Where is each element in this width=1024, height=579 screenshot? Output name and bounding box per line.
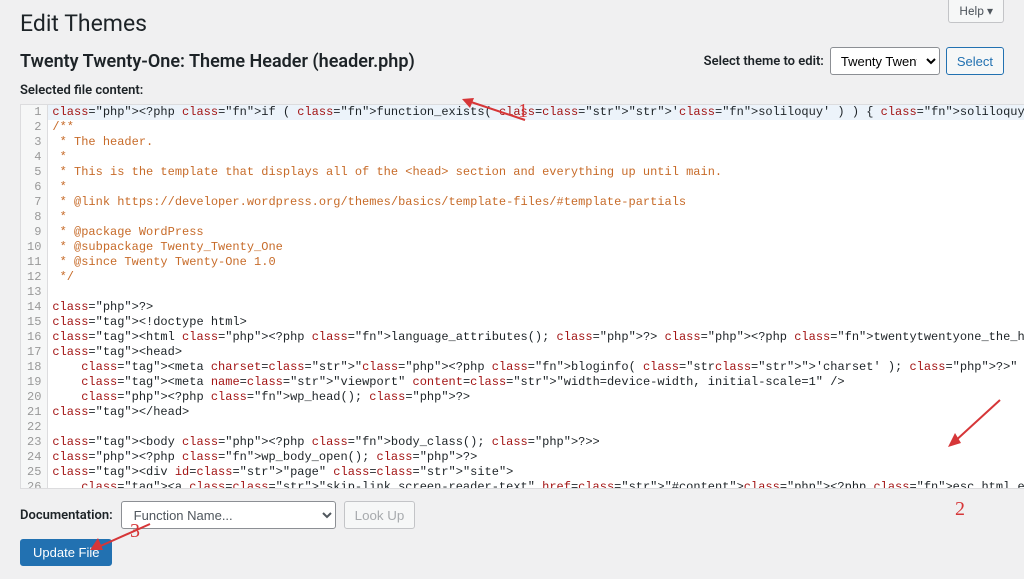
file-heading: Twenty Twenty-One: Theme Header (header.… [20,51,415,72]
update-file-button[interactable]: Update File [20,539,112,566]
lookup-button[interactable]: Look Up [344,501,416,529]
code-content[interactable]: class="php"><?php class="fn">if ( class=… [48,105,1024,488]
selected-file-label: Selected file content: [20,83,1024,98]
page-title: Edit Themes [20,10,1004,37]
line-gutter: 1234567891011121314151617181920212223242… [21,105,48,488]
help-dropdown[interactable]: Help ▾ [948,0,1004,23]
select-theme-label: Select theme to edit: [704,54,824,69]
select-button[interactable]: Select [946,47,1004,75]
documentation-label: Documentation: [20,508,113,523]
code-editor[interactable]: 1234567891011121314151617181920212223242… [20,104,1024,489]
theme-select[interactable]: Twenty Twenty-C [830,47,940,75]
documentation-select[interactable]: Function Name... [121,501,336,529]
